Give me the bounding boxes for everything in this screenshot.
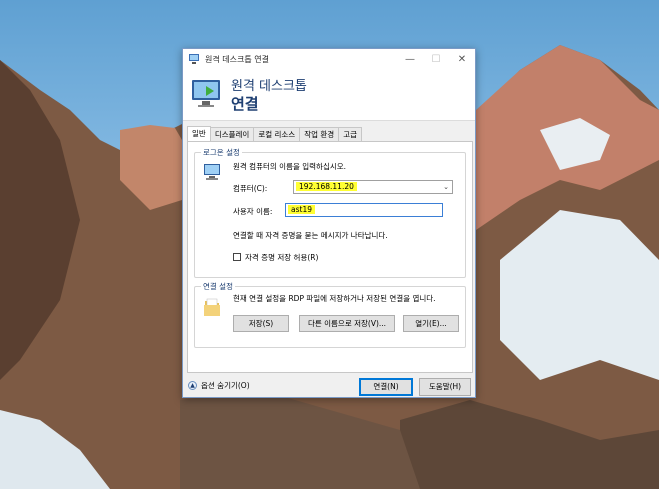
computer-label: 컴퓨터(C): — [233, 184, 268, 193]
dialog-banner: 원격 데스크톱 연결 — [183, 69, 475, 121]
connection-settings-group: 연결 설정 현재 연결 설정을 RDP 파일에 저장하거나 저장된 연결을 엽니… — [194, 281, 466, 348]
connect-button[interactable]: 연결(N) — [359, 378, 413, 396]
tab-general[interactable]: 일반 — [187, 126, 211, 141]
help-button[interactable]: 도움말(H) — [419, 378, 471, 396]
banner-title: 연결 — [231, 95, 259, 113]
hide-options-label[interactable]: 옵션 숨기기(O) — [201, 380, 250, 391]
banner-app-name: 원격 데스크톱 — [231, 79, 307, 94]
tab-display[interactable]: 디스플레이 — [209, 127, 255, 141]
chevron-up-icon[interactable]: ▲ — [188, 381, 197, 390]
login-settings-group: 로그온 설정 원격 컴퓨터의 이름을 입력하십시오. 컴퓨터(C): 192.1… — [194, 147, 466, 278]
open-button[interactable]: 열기(E)... — [403, 315, 459, 332]
remote-desktop-icon — [192, 80, 220, 107]
remote-desktop-icon — [189, 54, 199, 64]
connection-settings-legend: 연결 설정 — [201, 281, 235, 292]
maximize-button[interactable]: ☐ — [423, 49, 449, 69]
folder-icon — [204, 298, 220, 316]
window-title: 원격 데스크톱 연결 — [205, 54, 269, 64]
username-value: ast19 — [288, 205, 315, 214]
title-bar: 원격 데스크톱 연결 — ☐ ✕ — [183, 49, 475, 69]
user-label: 사용자 이름: — [233, 207, 273, 216]
minimize-button[interactable]: — — [397, 49, 423, 69]
tab-strip: 일반 디스플레이 로컬 리소스 작업 환경 고급 — [187, 126, 362, 141]
save-as-button[interactable]: 다른 이름으로 저장(V)... — [299, 315, 395, 332]
chevron-down-icon[interactable]: ⌄ — [443, 181, 449, 193]
hide-options-toggle[interactable]: ▲ 옵션 숨기기(O) — [188, 380, 250, 391]
computer-combobox[interactable]: 192.168.11.20 ⌄ — [293, 180, 453, 194]
credential-note: 연결할 때 자격 증명을 묻는 메시지가 나타납니다. — [233, 231, 388, 240]
tab-local-resources[interactable]: 로컬 리소스 — [253, 127, 301, 141]
save-credentials-label[interactable]: 자격 증명 저장 허용(R) — [245, 252, 318, 263]
general-tab-page: 로그온 설정 원격 컴퓨터의 이름을 입력하십시오. 컴퓨터(C): 192.1… — [187, 141, 473, 373]
computer-icon — [204, 164, 220, 180]
tab-advanced[interactable]: 고급 — [338, 127, 362, 141]
remote-desktop-dialog: 원격 데스크톱 연결 — ☐ ✕ 원격 데스크톱 연결 일반 디스플레이 로컬 … — [182, 48, 476, 398]
tab-experience[interactable]: 작업 환경 — [299, 127, 340, 141]
close-button[interactable]: ✕ — [449, 49, 475, 69]
save-button[interactable]: 저장(S) — [233, 315, 289, 332]
computer-prompt: 원격 컴퓨터의 이름을 입력하십시오. — [233, 162, 347, 171]
username-field[interactable]: ast19 — [285, 203, 443, 217]
computer-value: 192.168.11.20 — [296, 182, 357, 191]
login-settings-legend: 로그온 설정 — [201, 147, 242, 158]
connection-description: 현재 연결 설정을 RDP 파일에 저장하거나 저장된 연결을 엽니다. — [233, 294, 436, 303]
save-credentials-checkbox[interactable] — [233, 253, 241, 261]
